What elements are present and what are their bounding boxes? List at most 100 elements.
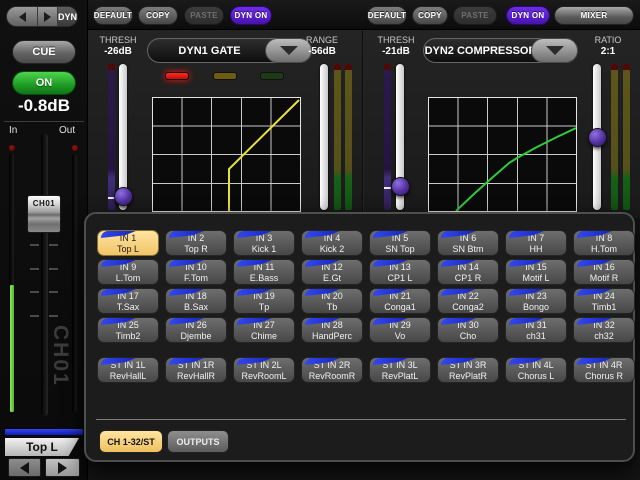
dyn1-thresh-knob[interactable] bbox=[114, 187, 133, 206]
channel-fader-handle[interactable]: CH01 bbox=[27, 195, 61, 233]
channel-select-button[interactable]: IN 14 CP1 R bbox=[437, 259, 499, 285]
dyn1-copy-button[interactable]: COPY bbox=[138, 6, 178, 25]
channel-select-button[interactable]: IN 4 Kick 2 bbox=[301, 230, 363, 256]
channel-select-button[interactable]: ST IN 2R RevRoomR bbox=[301, 357, 363, 383]
channel-select-button[interactable]: ST IN 3R RevPlatR bbox=[437, 357, 499, 383]
channel-label: Cho bbox=[459, 331, 477, 341]
compressor-curve bbox=[455, 127, 576, 211]
popup-divider bbox=[96, 419, 626, 420]
channel-label: Kick 1 bbox=[251, 244, 277, 254]
dyn1-type-dropdown[interactable]: DYN1 GATE bbox=[147, 38, 312, 63]
channel-select-button[interactable]: IN 7 HH bbox=[505, 230, 567, 256]
channel-select-button[interactable]: IN 15 Motif L bbox=[505, 259, 567, 285]
channel-select-button[interactable]: ST IN 4R Chorus R bbox=[573, 357, 635, 383]
dyn1-range-label: RANGE bbox=[305, 35, 338, 45]
channel-select-button[interactable]: IN 8 H.Tom bbox=[573, 230, 635, 256]
dyn1-default-button[interactable]: DEFAULT bbox=[93, 6, 133, 25]
channel-label: RevHallL bbox=[109, 371, 147, 381]
tab-outputs[interactable]: OUTPUTS bbox=[167, 430, 229, 453]
channel-select-button[interactable]: ST IN 2L RevRoomL bbox=[233, 357, 295, 383]
fader-tick bbox=[30, 268, 39, 270]
cue-button[interactable]: CUE bbox=[12, 40, 76, 64]
next-view-button[interactable] bbox=[38, 7, 58, 26]
mixer-button[interactable]: MIXER bbox=[554, 6, 634, 25]
channel-label: Motif L bbox=[522, 273, 550, 283]
channel-select-button[interactable]: IN 18 B.Sax bbox=[165, 288, 227, 314]
dyn1-paste-button[interactable]: PASTE bbox=[184, 6, 224, 25]
channel-label: RevPlatL bbox=[381, 371, 419, 381]
channel-select-button[interactable]: IN 30 Cho bbox=[437, 317, 499, 343]
channel-select-button[interactable]: IN 12 E.Gt bbox=[301, 259, 363, 285]
prev-channel-button[interactable] bbox=[8, 458, 41, 477]
channel-select-button[interactable]: IN 17 T.Sax bbox=[97, 288, 159, 314]
channel-label: SN Top bbox=[385, 244, 415, 254]
channel-on-button[interactable]: ON bbox=[12, 71, 76, 95]
channel-select-button[interactable]: IN 31 ch31 bbox=[505, 317, 567, 343]
dyn2-thresh-meter bbox=[384, 64, 391, 210]
channel-select-button[interactable]: IN 25 Timb2 bbox=[97, 317, 159, 343]
dropdown-arrow-button[interactable] bbox=[531, 38, 578, 63]
channel-select-button[interactable]: ST IN 3L RevPlatL bbox=[369, 357, 431, 383]
channel-select-button[interactable]: IN 22 Conga2 bbox=[437, 288, 499, 314]
dyn1-thresh-label: THRESH bbox=[99, 35, 137, 45]
clip-indicator bbox=[108, 64, 115, 70]
left-arrow-icon bbox=[18, 11, 26, 22]
channel-select-button[interactable]: IN 5 SN Top bbox=[369, 230, 431, 256]
channel-select-button[interactable]: IN 29 Vo bbox=[369, 317, 431, 343]
dyn2-thresh-knob[interactable] bbox=[391, 177, 410, 196]
channel-select-button[interactable]: ST IN 4L Chorus L bbox=[505, 357, 567, 383]
channel-label: B.Sax bbox=[183, 302, 208, 312]
channel-select-button[interactable]: IN 21 Conga1 bbox=[369, 288, 431, 314]
channel-select-button[interactable]: IN 27 Chime bbox=[233, 317, 295, 343]
channel-select-button[interactable]: IN 16 Motif R bbox=[573, 259, 635, 285]
channel-select-button[interactable]: IN 13 CP1 L bbox=[369, 259, 431, 285]
channel-strip: DYN CUE ON -0.8dB In Out CH01 CH01 Top L bbox=[0, 0, 88, 480]
channel-select-button[interactable]: IN 32 ch32 bbox=[573, 317, 635, 343]
dyn2-copy-button[interactable]: COPY bbox=[412, 6, 448, 25]
channel-select-button[interactable]: IN 9 L.Tom bbox=[97, 259, 159, 285]
chevron-down-icon bbox=[545, 46, 564, 55]
dyn-toolbar: DEFAULT COPY PASTE DYN ON DEFAULT COPY P… bbox=[88, 0, 640, 30]
channel-label: L.Tom bbox=[115, 273, 141, 283]
channel-color-bar bbox=[5, 429, 83, 435]
dyn2-on-button[interactable]: DYN ON bbox=[506, 6, 550, 25]
channel-label: Timb1 bbox=[591, 302, 617, 312]
clip-indicator bbox=[611, 64, 618, 70]
dyn2-ratio-knob[interactable] bbox=[588, 128, 607, 147]
tab-ch-1-32-st[interactable]: CH 1-32/ST bbox=[99, 430, 163, 453]
dyn2-paste-button[interactable]: PASTE bbox=[453, 6, 497, 25]
prev-view-button[interactable] bbox=[7, 7, 38, 26]
dyn1-on-button[interactable]: DYN ON bbox=[230, 6, 272, 25]
channel-select-button[interactable]: IN 23 Bongo bbox=[505, 288, 567, 314]
channel-select-button[interactable]: IN 19 Tp bbox=[233, 288, 295, 314]
channel-label: HandPerc bbox=[311, 331, 353, 341]
dyn2-type-dropdown[interactable]: DYN2 COMPRESSOR bbox=[423, 38, 578, 63]
channel-select-button[interactable]: IN 10 F.Tom bbox=[165, 259, 227, 285]
channel-name-tag[interactable]: Top L bbox=[5, 438, 79, 456]
channel-select-button[interactable]: IN 11 E.Bass bbox=[233, 259, 295, 285]
dynamics-area: THRESH -26dB DYN1 GATE RANGE -56dB THRES… bbox=[88, 30, 640, 218]
right-arrow-icon bbox=[44, 11, 51, 22]
channel-label: Vo bbox=[394, 331, 406, 341]
channel-select-button[interactable]: IN 2 Top R bbox=[165, 230, 227, 256]
channel-select-button[interactable]: IN 6 SN Btm bbox=[437, 230, 499, 256]
channel-select-button[interactable]: IN 26 Djembe bbox=[165, 317, 227, 343]
dyn2-compressor-graph bbox=[428, 97, 577, 212]
channel-label: SN Btm bbox=[452, 244, 484, 254]
channel-select-button[interactable]: IN 3 Kick 1 bbox=[233, 230, 295, 256]
dyn2-default-button[interactable]: DEFAULT bbox=[367, 6, 407, 25]
channel-select-button[interactable]: IN 24 Timb1 bbox=[573, 288, 635, 314]
channel-select-button[interactable]: IN 1 Top L bbox=[97, 230, 159, 256]
channel-label: E.Gt bbox=[322, 273, 341, 283]
channel-select-button[interactable]: ST IN 1L RevHallL bbox=[97, 357, 159, 383]
channel-select-button[interactable]: IN 28 HandPerc bbox=[301, 317, 363, 343]
fader-tick bbox=[30, 315, 39, 317]
channel-select-button[interactable]: IN 20 Tb bbox=[301, 288, 363, 314]
channel-label: Top R bbox=[184, 244, 208, 254]
next-channel-button[interactable] bbox=[45, 458, 80, 477]
channel-select-button[interactable]: ST IN 1R RevHallR bbox=[165, 357, 227, 383]
gate-led-amber bbox=[213, 72, 237, 80]
fader-tick bbox=[49, 315, 58, 317]
fader-level-readout: -0.8dB bbox=[18, 96, 70, 115]
dyn1-range-slider[interactable] bbox=[320, 64, 328, 210]
